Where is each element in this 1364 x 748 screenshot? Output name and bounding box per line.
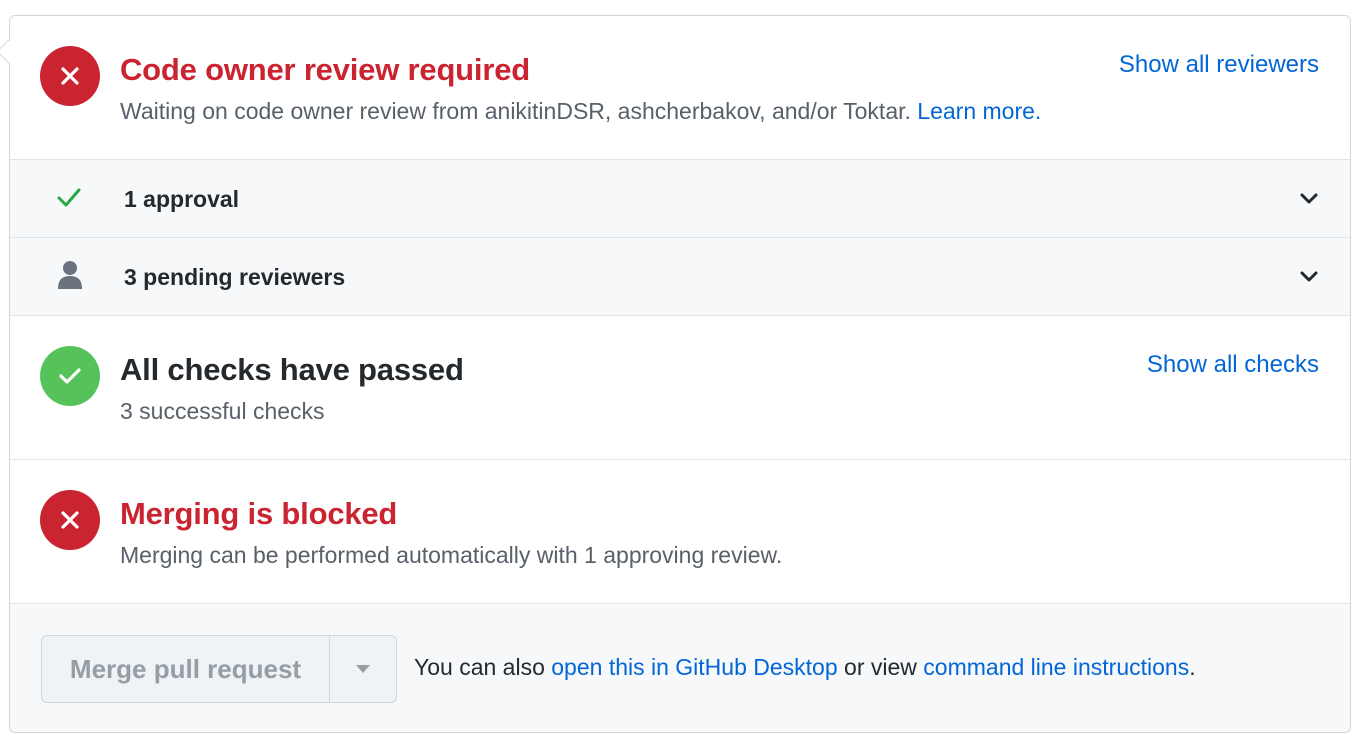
code-owner-status-icon [40, 46, 100, 106]
command-line-instructions-link[interactable]: command line instructions [923, 654, 1189, 680]
checks-title: All checks have passed [120, 352, 464, 387]
chevron-down-icon[interactable] [1298, 266, 1320, 288]
merge-blocked-description: Merging can be performed automatically w… [120, 542, 783, 568]
show-all-checks-link[interactable]: Show all checks [1147, 351, 1319, 379]
checks-description: 3 successful checks [120, 398, 325, 424]
code-owner-section: Code owner review required Waiting on co… [10, 16, 1350, 159]
merge-button-group: Merge pull request [41, 635, 397, 703]
merge-status-panel: Code owner review required Waiting on co… [9, 15, 1351, 733]
approval-label: 1 approval [124, 186, 240, 212]
x-icon [61, 511, 79, 529]
approval-row[interactable]: 1 approval [10, 160, 1350, 237]
pending-reviewers-label: 3 pending reviewers [124, 264, 346, 290]
learn-more-link[interactable]: Learn more. [917, 98, 1041, 124]
merge-blocked-section: Merging is blocked Merging can be perfor… [10, 460, 1350, 603]
check-icon [57, 188, 81, 207]
merge-method-dropdown-button[interactable] [330, 636, 396, 702]
checks-status-icon [40, 346, 100, 406]
triangle-down-icon [356, 665, 370, 673]
note-suffix: . [1189, 654, 1196, 680]
merge-blocked-title: Merging is blocked [120, 496, 398, 531]
code-owner-description: Waiting on code owner review from anikit… [120, 98, 1041, 125]
pending-reviewers-row[interactable]: 3 pending reviewers [10, 238, 1350, 315]
merge-actions: Merge pull request You can also open thi… [10, 604, 1350, 732]
note-prefix: You can also [414, 654, 545, 680]
checks-section: All checks have passed 3 successful chec… [10, 316, 1350, 459]
note-middle: or view [844, 654, 917, 680]
merge-blocked-status-icon [40, 490, 100, 550]
merge-alternatives-note: You can also open this in GitHub Desktop… [414, 654, 1196, 681]
code-owner-description-text: Waiting on code owner review from anikit… [120, 98, 911, 124]
chevron-down-icon[interactable] [1298, 188, 1320, 210]
open-in-github-desktop-link[interactable]: open this in GitHub Desktop [551, 654, 837, 680]
check-icon [59, 368, 81, 384]
show-all-reviewers-link[interactable]: Show all reviewers [1119, 51, 1319, 79]
x-icon [61, 67, 79, 85]
merge-pull-request-button[interactable]: Merge pull request [42, 636, 330, 702]
person-icon [58, 261, 82, 289]
code-owner-title: Code owner review required [120, 52, 530, 87]
